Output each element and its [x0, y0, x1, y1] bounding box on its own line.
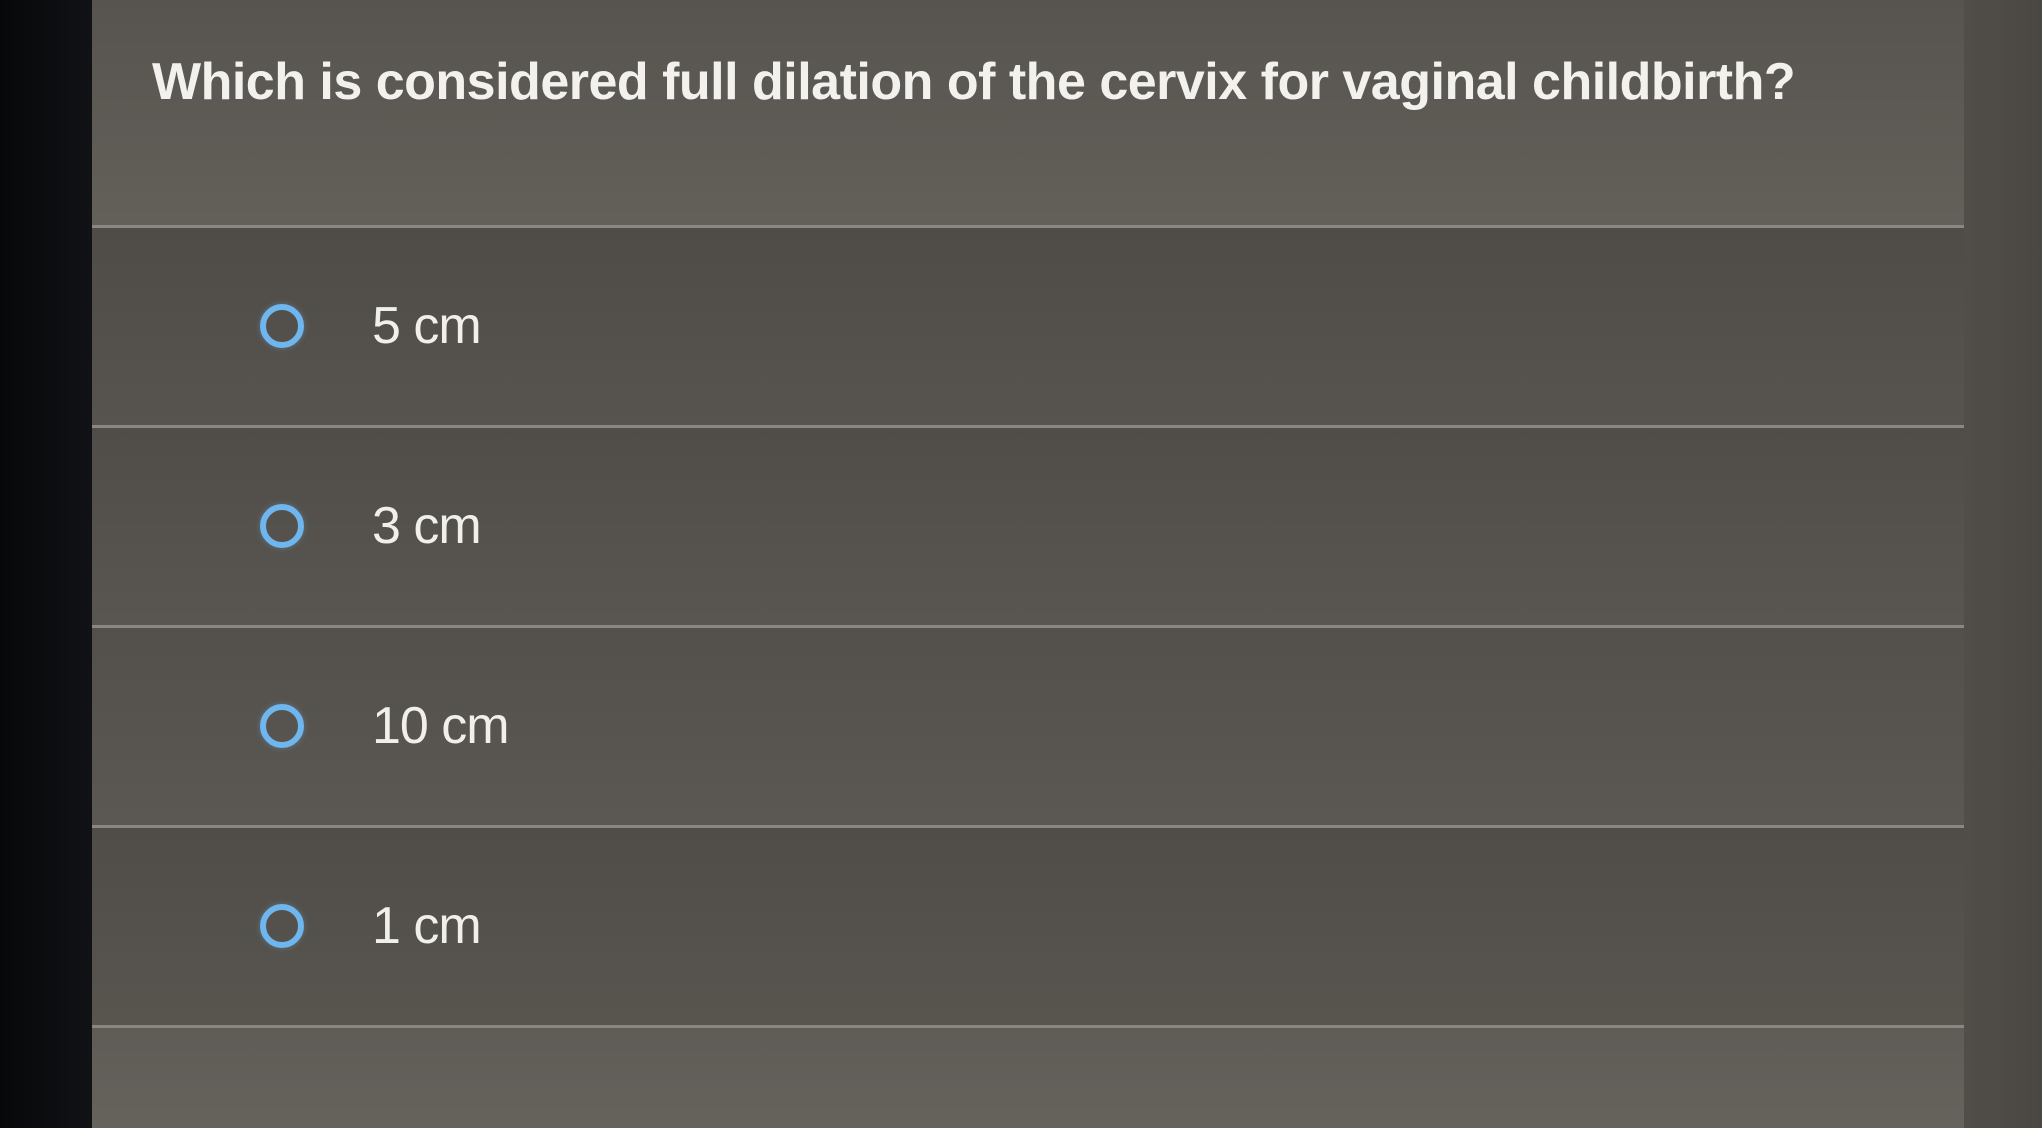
question-area: Which is considered full dilation of the… [92, 0, 1964, 228]
answer-option-4[interactable]: 1 cm [92, 828, 1964, 1028]
radio-button-icon[interactable] [260, 304, 304, 348]
radio-button-icon[interactable] [260, 904, 304, 948]
answer-option-1[interactable]: 5 cm [92, 228, 1964, 428]
radio-button-icon[interactable] [260, 504, 304, 548]
left-bezel [0, 0, 92, 1128]
quiz-panel: Which is considered full dilation of the… [92, 0, 1964, 1128]
answer-option-label: 10 cm [372, 697, 510, 755]
bottom-area [92, 1028, 1964, 1128]
answer-option-label: 3 cm [372, 497, 482, 555]
answer-option-label: 5 cm [372, 297, 482, 355]
radio-button-icon[interactable] [260, 704, 304, 748]
answer-option-2[interactable]: 3 cm [92, 428, 1964, 628]
right-edge-strip [1964, 0, 2042, 1128]
answer-option-3[interactable]: 10 cm [92, 628, 1964, 828]
question-text: Which is considered full dilation of the… [152, 53, 1796, 111]
answer-option-label: 1 cm [372, 897, 482, 955]
screen: Which is considered full dilation of the… [0, 0, 2042, 1128]
